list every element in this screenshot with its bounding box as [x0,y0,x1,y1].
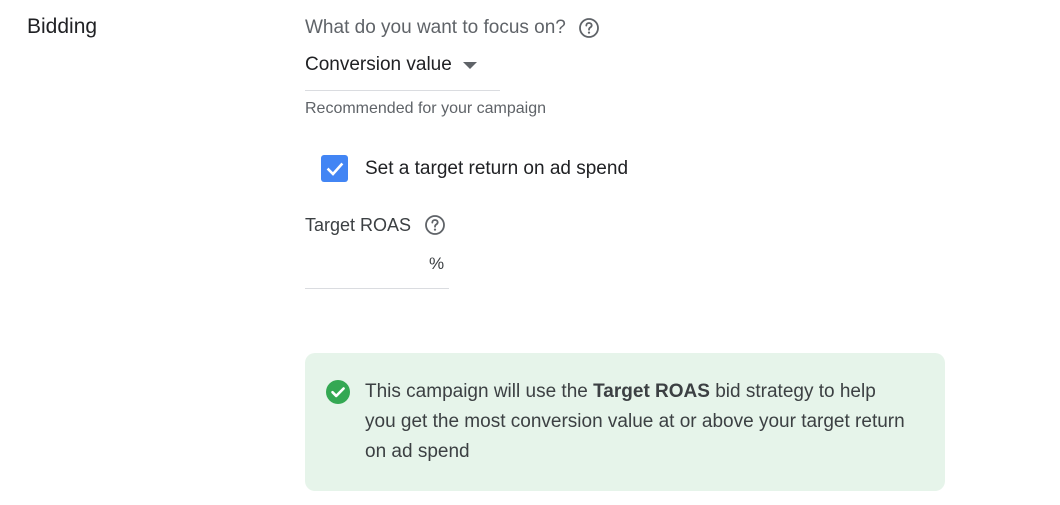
help-circle-icon[interactable] [578,17,600,39]
check-circle-icon [326,380,350,404]
target-return-checkbox-row[interactable]: Set a target return on ad spend [321,155,628,182]
target-roas-label-row: Target ROAS [305,214,446,236]
focus-dropdown-value: Conversion value [305,54,452,75]
target-return-checkbox-label[interactable]: Set a target return on ad spend [365,158,628,180]
focus-question: What do you want to focus on? [305,17,600,39]
info-text-bold: Target ROAS [593,381,710,402]
target-roas-field: % [305,248,449,289]
strategy-info-banner: This campaign will use the Target ROAS b… [305,353,945,491]
chevron-down-icon [462,62,477,69]
help-circle-icon[interactable] [424,214,446,236]
target-roas-input[interactable] [305,248,423,280]
recommendation-text: Recommended for your campaign [305,100,547,117]
target-return-checkbox[interactable] [321,155,348,182]
focus-question-label: What do you want to focus on? [305,17,566,38]
target-roas-suffix: % [429,254,445,273]
info-text-before: This campaign will use the [365,381,594,402]
strategy-info-text: This campaign will use the Target ROAS b… [365,377,905,467]
focus-dropdown[interactable]: Conversion value [305,50,500,91]
section-title: Bidding [27,15,98,38]
checkmark-icon [326,162,343,176]
target-roas-label: Target ROAS [305,214,412,235]
